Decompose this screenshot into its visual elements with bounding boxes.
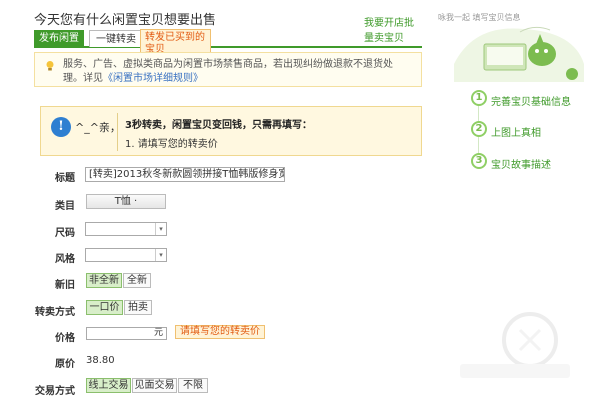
lightbulb-icon: [46, 61, 54, 71]
mode-option-auction[interactable]: 拍卖: [124, 300, 152, 315]
info-heading: 3秒转卖，闲置宝贝变回钱，只需再填写：: [125, 120, 312, 131]
chevron-down-icon: ·: [134, 196, 138, 207]
mode-option-fixed[interactable]: 一口价: [86, 300, 123, 315]
info-item: 1. 请填写您的转卖价: [125, 139, 218, 150]
price-input[interactable]: 元: [86, 327, 167, 340]
price-label: 价格: [55, 333, 75, 344]
info-box: ! ^_^亲， 3秒转卖，闲置宝贝变回钱，只需再填写： 1. 请填写您的转卖价: [40, 106, 422, 156]
info-divider: [117, 113, 118, 151]
trade-option-online[interactable]: 线上交易: [86, 378, 131, 393]
category-button[interactable]: T恤 ·: [86, 194, 166, 209]
step-1-number: 1: [471, 90, 487, 106]
condition-option-new[interactable]: 全新: [123, 273, 151, 288]
corner-caption: 咏我一起 填写宝贝信息: [438, 12, 521, 22]
rules-link[interactable]: 《闲置市场详细规则》: [103, 73, 203, 84]
tab-publish[interactable]: 发布闲置: [34, 30, 84, 47]
page-title: 今天您有什么闲置宝贝想要出售: [34, 13, 217, 28]
mode-label: 转卖方式: [35, 307, 75, 318]
condition-option-used[interactable]: 非全新: [86, 273, 122, 288]
rules-notice: 服务、广告、虚拟类商品为闲置市场禁售商品，若出现纠纷做退款不退货处理。详见《闲置…: [34, 52, 422, 87]
title-input[interactable]: [转卖]2013秋冬新款圆领拼接T恤韩版修身宽松女: [85, 167, 285, 182]
info-greeting: ^_^亲，: [75, 121, 121, 134]
category-label: 类目: [55, 201, 75, 212]
trade-option-any[interactable]: 不限: [178, 378, 208, 393]
price-tip: 请填写您的转卖价: [175, 325, 265, 339]
title-label: 标题: [55, 173, 75, 184]
category-value: T恤: [114, 196, 131, 207]
size-select[interactable]: ▾: [85, 222, 167, 236]
size-label: 尺码: [55, 228, 75, 239]
condition-label: 新旧: [55, 280, 75, 291]
corner-illustration: 咏我一起 填写宝贝信息: [438, 12, 584, 82]
orig-price-label: 原价: [55, 359, 75, 370]
trade-label: 交易方式: [35, 386, 75, 397]
info-exclamation-icon: !: [51, 117, 71, 137]
step-3-number: 3: [471, 153, 487, 169]
step-1-label[interactable]: 完善宝贝基础信息: [491, 93, 571, 108]
bulk-sell-link[interactable]: 我要开店批量卖宝贝: [364, 16, 422, 46]
step-2-number: 2: [471, 121, 487, 137]
tab-quick-resell[interactable]: 一键转卖: [89, 30, 143, 47]
style-select[interactable]: ▾: [85, 248, 167, 262]
trade-option-meet[interactable]: 见面交易: [132, 378, 177, 393]
chevron-down-icon: ▾: [155, 223, 166, 235]
step-3-label[interactable]: 宝贝故事描述: [491, 156, 551, 171]
orig-price-value: 38.80: [86, 355, 115, 366]
watermark-logo: [460, 312, 570, 378]
style-label: 风格: [55, 254, 75, 265]
chevron-down-icon: ▾: [155, 249, 166, 261]
step-2-label[interactable]: 上图上真相: [491, 124, 541, 139]
